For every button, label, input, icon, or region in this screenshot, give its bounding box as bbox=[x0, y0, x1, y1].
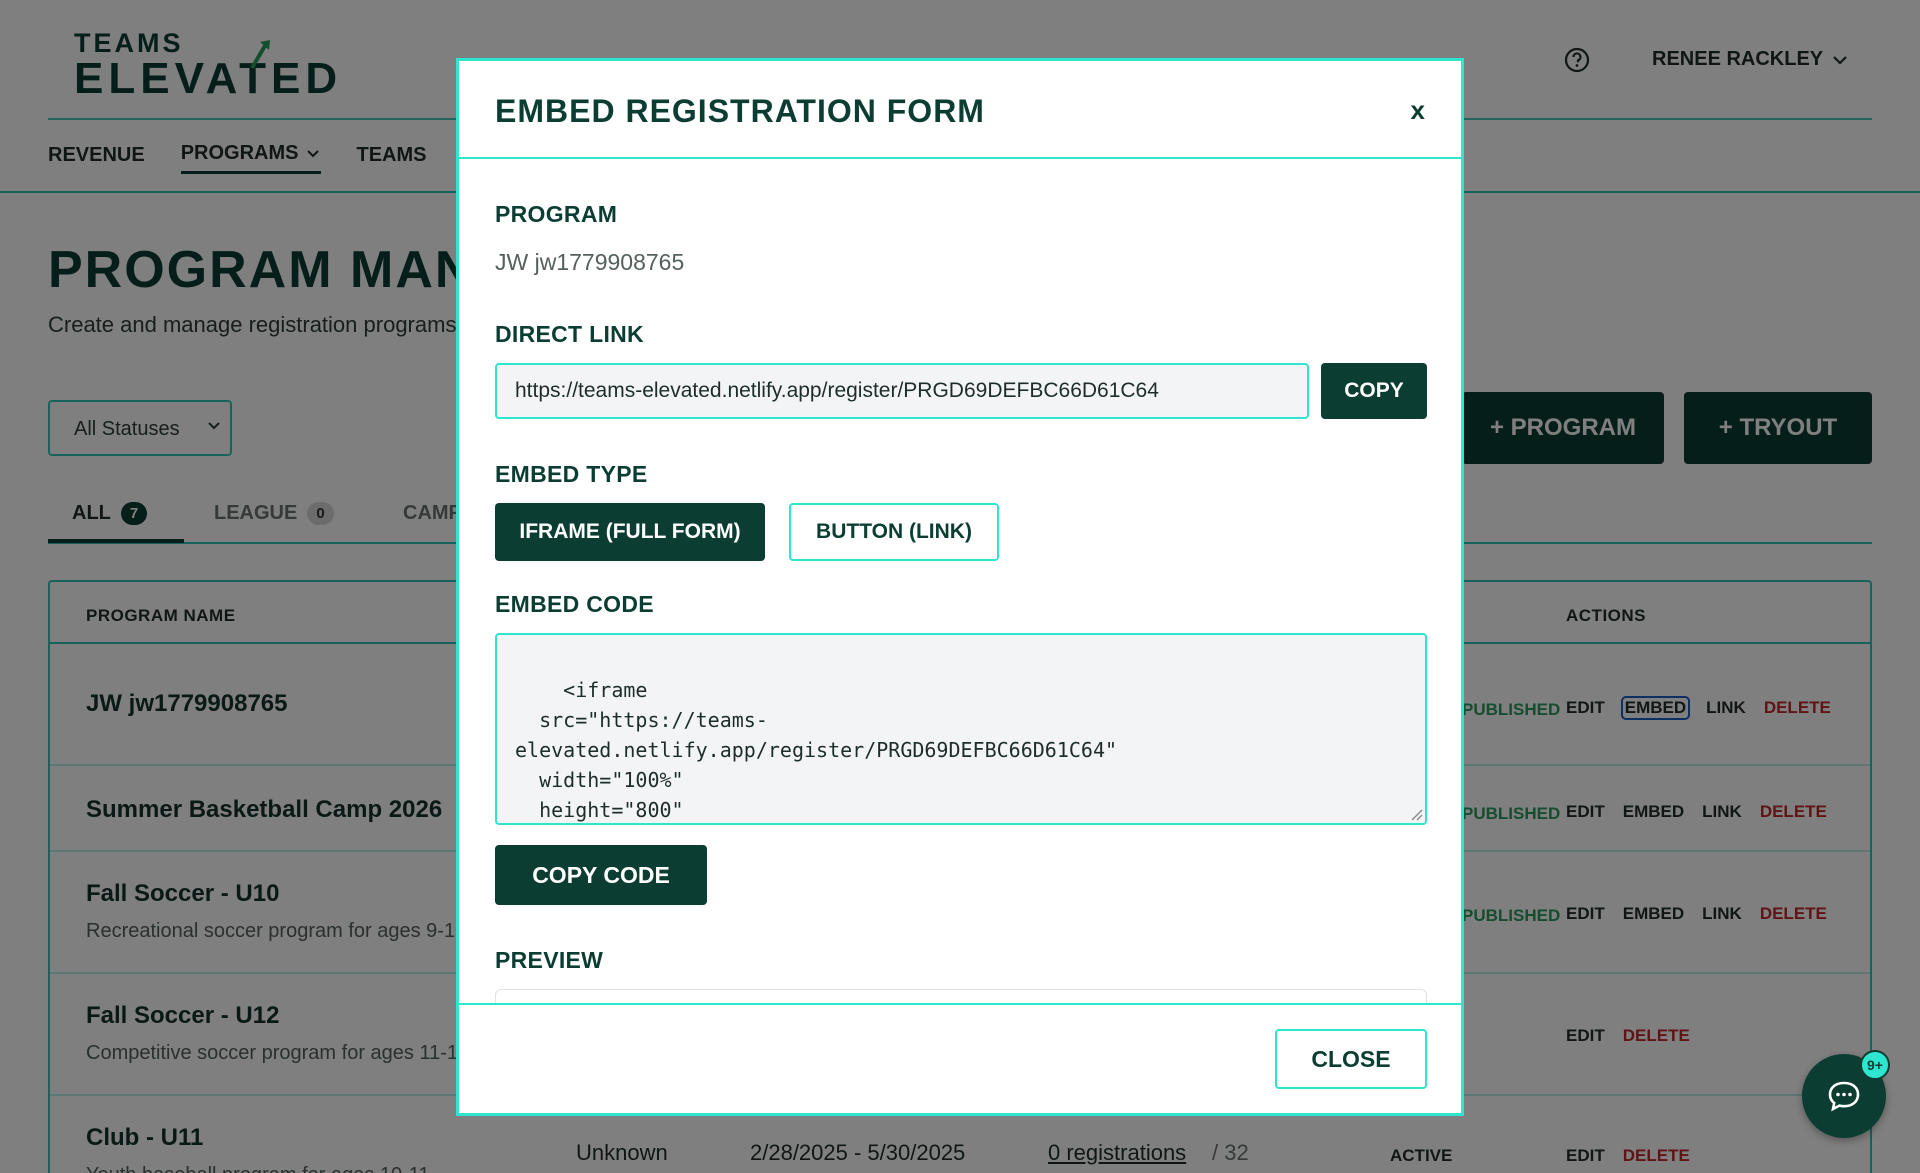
embed-type-button-link-button[interactable]: BUTTON (LINK) bbox=[789, 503, 999, 561]
embed-code-text: <iframe src="https://teams- elevated.net… bbox=[515, 678, 1118, 822]
direct-link-label: DIRECT LINK bbox=[495, 321, 644, 347]
program-value: JW jw1779908765 bbox=[495, 249, 685, 275]
modal-header: EMBED REGISTRATION FORM x bbox=[459, 61, 1461, 159]
chat-bubble-icon bbox=[1828, 1081, 1860, 1112]
close-button[interactable]: CLOSE bbox=[1275, 1029, 1427, 1089]
embed-type-iframe-button[interactable]: IFRAME (FULL FORM) bbox=[495, 503, 765, 561]
close-icon[interactable]: x bbox=[1411, 95, 1425, 126]
embed-code-label: EMBED CODE bbox=[495, 591, 654, 617]
program-label: PROGRAM bbox=[495, 201, 618, 227]
modal-footer: CLOSE bbox=[459, 1003, 1461, 1113]
modal-title: EMBED REGISTRATION FORM bbox=[495, 93, 985, 129]
direct-link-field[interactable]: https://teams-elevated.netlify.app/regis… bbox=[495, 363, 1309, 419]
preview-label: PREVIEW bbox=[495, 947, 604, 973]
chat-notification-badge: 9+ bbox=[1860, 1050, 1890, 1080]
embed-type-label: EMBED TYPE bbox=[495, 461, 648, 487]
embed-code-textarea[interactable]: <iframe src="https://teams- elevated.net… bbox=[495, 633, 1427, 825]
resize-handle-icon[interactable] bbox=[1409, 807, 1423, 821]
embed-registration-modal: EMBED REGISTRATION FORM x PROGRAM JW jw1… bbox=[456, 58, 1464, 1116]
preview-frame bbox=[495, 989, 1427, 1003]
copy-link-button[interactable]: COPY bbox=[1321, 363, 1427, 419]
copy-code-button[interactable]: COPY CODE bbox=[495, 845, 707, 905]
